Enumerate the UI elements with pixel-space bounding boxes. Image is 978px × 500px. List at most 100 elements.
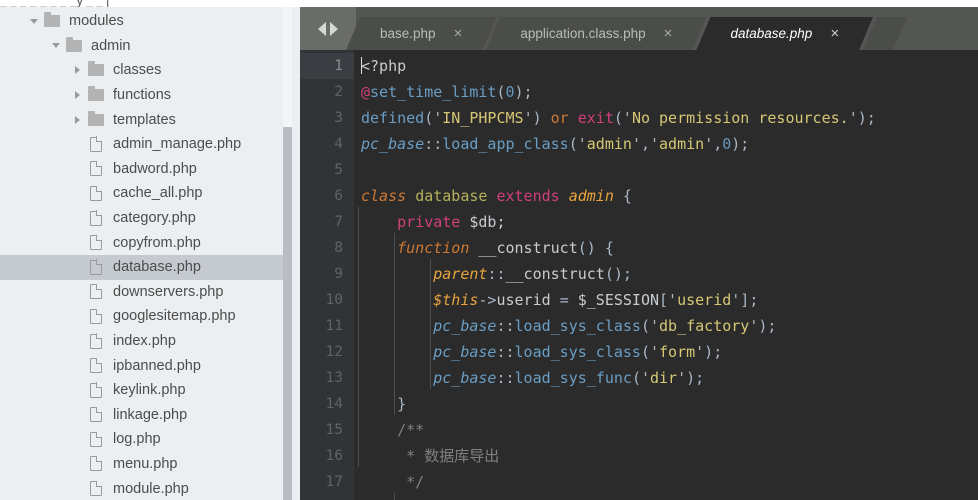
tree-item-log-php[interactable]: log.php (0, 427, 300, 452)
tree-item-label: templates (113, 111, 176, 128)
code-line: @set_time_limit(0); (361, 83, 533, 101)
chevron-down-icon[interactable] (26, 18, 41, 24)
chevron-left-icon[interactable] (318, 21, 326, 36)
tree-item-badword-php[interactable]: badword.php (0, 157, 300, 182)
sidebar-scrollbar-thumb[interactable] (283, 127, 292, 500)
code-line: /** (397, 421, 425, 439)
tree-item-admin[interactable]: admin (0, 34, 300, 59)
line-number-gutter: 123456789101112131415161718192021 (300, 50, 354, 500)
file-icon (85, 480, 107, 497)
line-number: 8 (334, 240, 343, 256)
tree-item-admin-manage-php[interactable]: admin_manage.php (0, 132, 300, 157)
editor-tab-bar: base.php × application.class.php × database.… (300, 7, 978, 50)
tab-label: database.php (730, 26, 813, 41)
file-icon (85, 210, 107, 226)
file-icon (85, 161, 107, 177)
close-icon[interactable]: × (664, 26, 707, 41)
top-cutoff-text: _ _ _ _ _ _ _ _y _ _ | (0, 0, 110, 7)
tree-item-label: log.php (113, 431, 161, 448)
code-line: pc_base::load_app_class('admin','admin',… (361, 135, 750, 153)
line-number: 16 (325, 448, 343, 464)
tree-item-label: cache_all.php (113, 185, 203, 202)
tree-item-database-php[interactable]: database.php (0, 254, 300, 280)
code-content[interactable]: <?php @set_time_limit(0); defined('IN_PHPC… (354, 50, 978, 500)
tree-item-copyfrom-php[interactable]: copyfrom.php (0, 230, 300, 255)
tab-navigation-arrows[interactable] (300, 7, 356, 50)
tree-item-cache-all-php[interactable]: cache_all.php (0, 181, 300, 206)
tree-item-modules[interactable]: modules (0, 9, 300, 34)
file-icon (85, 357, 107, 374)
sidebar-right-edge (292, 7, 300, 500)
code-line: } (397, 395, 407, 413)
folder-icon (85, 61, 107, 77)
tree-item-index-php[interactable]: index.php (0, 329, 300, 354)
tree-item-label: badword.php (113, 160, 197, 177)
file-icon (85, 259, 107, 275)
tree-item-category-php[interactable]: category.php (0, 206, 300, 231)
tree-item-downservers-php[interactable]: downservers.php (0, 280, 300, 305)
close-icon[interactable]: × (830, 26, 873, 41)
line-number: 9 (334, 266, 343, 282)
code-line: pc_base::load_sys_class('form'); (433, 343, 723, 361)
code-line: function __construct() { (397, 239, 614, 257)
tree-item-label: functions (113, 87, 172, 104)
indent-guide-1 (358, 207, 359, 467)
tree-item-label: classes (113, 62, 162, 79)
tree-item-label: admin_manage.php (113, 136, 242, 153)
file-icon (85, 136, 107, 152)
file-icon (85, 406, 107, 423)
code-editor-pane: base.php × application.class.php × database.… (300, 7, 978, 500)
code-line: parent::__construct(); (433, 265, 632, 283)
close-icon[interactable]: × (454, 26, 497, 41)
chevron-right-icon[interactable] (330, 21, 338, 36)
project-file-tree[interactable]: modules admin classes functions templates adm… (0, 7, 300, 500)
tree-item-classes[interactable]: classes (0, 58, 300, 83)
code-line: pc_base::load_sys_class('db_factory'); (433, 317, 777, 335)
line-number: 12 (325, 344, 343, 360)
tree-item-keylink-php[interactable]: keylink.php (0, 378, 300, 403)
code-line: */ (361, 473, 425, 491)
file-icon (85, 431, 107, 447)
tree-item-menu-php[interactable]: menu.php (0, 452, 300, 477)
line-number: 17 (325, 474, 343, 490)
tree-item-label: admin (91, 37, 131, 54)
line-number: 3 (334, 110, 343, 126)
tree-item-label: category.php (113, 210, 196, 227)
code-area[interactable]: 123456789101112131415161718192021 <?php@… (300, 50, 978, 500)
line-number: 15 (325, 422, 343, 438)
folder-icon (85, 86, 107, 102)
editor-tab-base-php[interactable]: base.php × (346, 17, 496, 50)
tree-item-templates[interactable]: templates (0, 107, 300, 132)
top-cutoff-strip: _ _ _ _ _ _ _ _y _ _ | (0, 0, 978, 7)
line-number: 13 (325, 370, 343, 386)
folder-icon (63, 36, 85, 52)
tree-item-googlesitemap-php[interactable]: googlesitemap.php (0, 304, 300, 329)
line-number: 18 (300, 495, 354, 500)
tree-item-functions[interactable]: functions (0, 83, 300, 108)
code-line: * 数据库导出 (361, 447, 500, 465)
line-number: 10 (325, 292, 343, 308)
tree-item-label: ipbanned.php (113, 357, 201, 374)
line-number: 2 (334, 84, 343, 100)
ide-window: _ _ _ _ _ _ _ _y _ _ | modules admin class… (0, 0, 978, 500)
file-icon (85, 382, 107, 398)
tree-item-label: copyfrom.php (113, 234, 201, 251)
file-icon (85, 456, 107, 472)
code-line: $this->userid = $_SESSION['userid']; (433, 291, 759, 309)
line-number: 11 (325, 318, 343, 334)
tree-item-linkage-php[interactable]: linkage.php (0, 403, 300, 428)
tree-item-label: googlesitemap.php (113, 308, 236, 325)
chevron-right-icon[interactable] (70, 115, 85, 124)
tab-label: base.php (380, 26, 436, 41)
tree-item-ipbanned-php[interactable]: ipbanned.php (0, 353, 300, 378)
file-icon (85, 284, 107, 300)
chevron-right-icon[interactable] (70, 66, 85, 75)
editor-tab-application-class-php[interactable]: application.class.php × (486, 17, 706, 50)
tree-item-label: keylink.php (113, 382, 186, 399)
chevron-down-icon[interactable] (48, 43, 63, 49)
editor-tab-database-php[interactable]: database.php × (696, 17, 873, 50)
tree-item-module-php[interactable]: module.php (0, 476, 300, 500)
chevron-right-icon[interactable] (70, 91, 85, 100)
line-number: 5 (334, 162, 343, 178)
